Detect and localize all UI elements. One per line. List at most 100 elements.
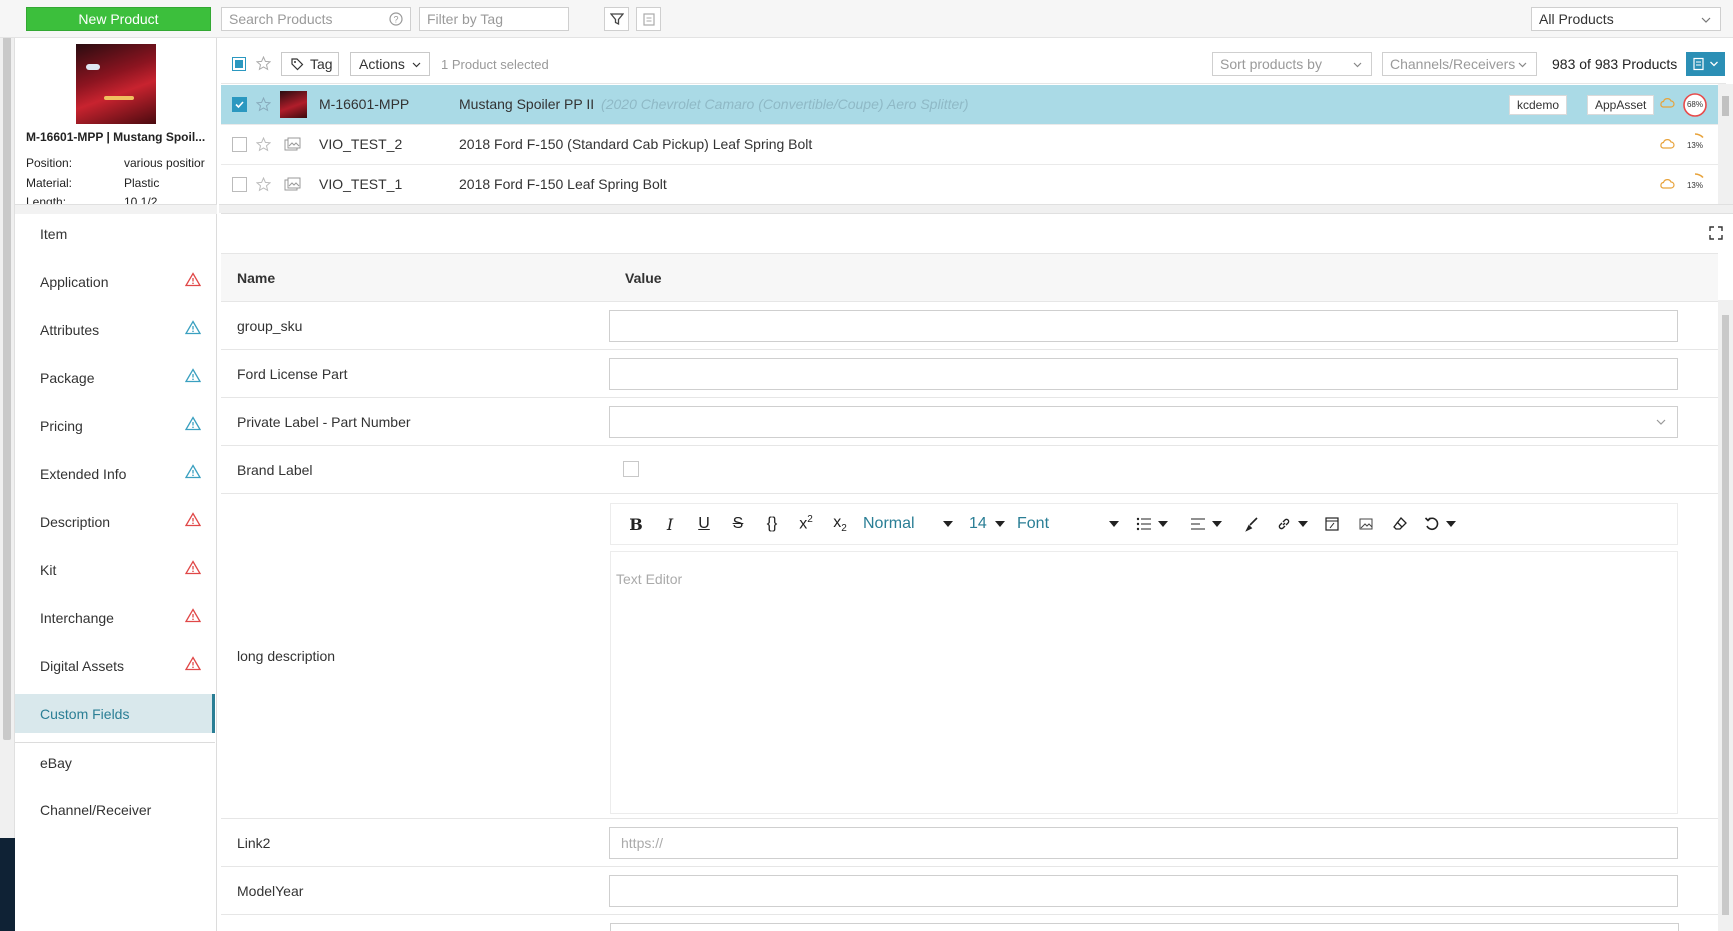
font-size-select[interactable]: 14 (963, 509, 1011, 539)
search-products-input[interactable]: Search Products ? (221, 7, 411, 31)
row-checkbox[interactable] (232, 97, 247, 112)
star-icon[interactable] (256, 56, 271, 71)
tag-chip[interactable]: kcdemo (1509, 95, 1568, 115)
column-header-value: Value (625, 270, 662, 286)
row-name: 2018 Ford F-150 (Standard Cab Pickup) Le… (459, 136, 813, 152)
italic-button[interactable]: I (653, 509, 687, 539)
font-size-value: 14 (969, 515, 987, 532)
nav-item-attributes[interactable]: Attributes (15, 306, 215, 353)
detail-scrollbar[interactable] (1718, 300, 1733, 931)
cloud-icon[interactable] (1659, 138, 1675, 150)
star-icon[interactable] (256, 137, 271, 152)
next-field-input[interactable] (610, 923, 1679, 931)
row-checkbox[interactable] (232, 177, 247, 192)
clear-format-button[interactable] (1383, 509, 1417, 539)
split-divider[interactable] (219, 204, 1733, 213)
chevron-down-icon (1655, 416, 1667, 428)
row-subtitle: (2020 Chevrolet Camaro (Convertible/Coup… (601, 96, 969, 112)
brand-label-checkbox[interactable] (623, 461, 639, 477)
help-icon[interactable]: ? (389, 12, 403, 26)
nav-item-interchange[interactable]: Interchange (15, 594, 215, 641)
nav-label: Item (40, 225, 68, 242)
nav-item-digital-assets[interactable]: Digital Assets (15, 642, 215, 689)
image-button[interactable] (1349, 509, 1383, 539)
color-button[interactable] (1235, 509, 1269, 539)
caret-down-icon (1446, 521, 1456, 527)
nav-item-pricing[interactable]: Pricing (15, 402, 215, 449)
nav-item-ebay[interactable]: eBay (15, 739, 215, 786)
row-checkbox[interactable] (232, 137, 247, 152)
table-row[interactable]: VIO_TEST_1 2018 Ford F-150 Leaf Spring B… (221, 165, 1718, 205)
align-left-icon (1190, 517, 1206, 531)
undo-button[interactable] (1417, 509, 1463, 539)
nav-item-channel-receiver[interactable]: Channel/Receiver (15, 786, 215, 833)
font-family-select[interactable]: Font (1011, 509, 1129, 539)
svg-text:?: ? (393, 15, 398, 25)
channels-receivers-select[interactable]: Channels/Receivers (1382, 52, 1537, 76)
field-row-ford-license-part: Ford License Part (221, 350, 1721, 398)
group-sku-input[interactable] (609, 310, 1678, 342)
product-thumbnail[interactable] (76, 44, 156, 124)
nav-item-kit[interactable]: Kit (15, 546, 215, 593)
tag-button[interactable]: Tag (281, 52, 339, 76)
nav-item-item[interactable]: Item (15, 210, 215, 257)
tag-chip[interactable]: AppAsset (1587, 95, 1655, 115)
actions-dropdown[interactable]: Actions (350, 52, 430, 76)
saved-filter-button[interactable] (636, 7, 661, 31)
star-icon[interactable] (256, 177, 271, 192)
cloud-icon[interactable] (1659, 97, 1675, 109)
warning-icon (185, 272, 201, 287)
nav-label: Attributes (40, 321, 100, 338)
table-row[interactable]: VIO_TEST_2 2018 Ford F-150 (Standard Cab… (221, 125, 1718, 165)
list-scrollbar-thumb[interactable] (1722, 96, 1729, 116)
nav-item-package[interactable]: Package (15, 354, 215, 401)
subscript-button[interactable]: x2 (823, 509, 857, 539)
caret-down-icon (943, 521, 953, 527)
filter-button[interactable] (604, 7, 629, 31)
modelyear-input[interactable] (609, 875, 1678, 907)
cloud-icon[interactable] (1659, 178, 1675, 190)
align-button[interactable] (1183, 509, 1229, 539)
underline-button[interactable]: U (687, 509, 721, 539)
paragraph-style-select[interactable]: Normal (857, 509, 963, 539)
filter-by-tag-input[interactable]: Filter by Tag (419, 7, 569, 31)
products-scope-select[interactable]: All Products (1531, 7, 1721, 31)
field-row-link2: Link2 https:// (221, 819, 1721, 867)
select-all-checkbox[interactable] (232, 57, 246, 71)
detail-scrollbar-thumb[interactable] (1722, 315, 1729, 915)
sort-products-select[interactable]: Sort products by (1212, 52, 1372, 76)
field-label: group_sku (237, 317, 303, 334)
nav-item-extended-info[interactable]: Extended Info (15, 450, 215, 497)
private-label-select[interactable] (609, 406, 1678, 438)
bold-button[interactable]: B (619, 509, 653, 539)
caret-down-icon (1212, 521, 1222, 527)
strikethrough-button[interactable]: S (721, 509, 755, 539)
list-scrollbar[interactable] (1718, 84, 1733, 204)
table-button[interactable] (1315, 509, 1349, 539)
link-button[interactable] (1269, 509, 1315, 539)
link2-input[interactable]: https:// (609, 827, 1678, 859)
chevron-down-icon (411, 59, 422, 70)
code-block-button[interactable]: {} (755, 509, 789, 539)
funnel-icon (609, 12, 624, 26)
spec-label: Length: (26, 195, 67, 204)
nav-item-description[interactable]: Description (15, 498, 215, 545)
star-icon[interactable] (256, 97, 271, 112)
thumbnail-headlight (86, 64, 100, 70)
ford-license-part-input[interactable] (609, 358, 1678, 390)
nav-item-custom-fields[interactable]: Custom Fields (15, 694, 215, 733)
field-row-modelyear: ModelYear (221, 867, 1721, 915)
row-name: Mustang Spoiler PP II (459, 96, 595, 112)
list-button[interactable] (1129, 509, 1175, 539)
field-row-group-sku: group_sku (221, 302, 1721, 350)
chevron-down-icon (1700, 14, 1712, 26)
expand-icon[interactable] (1709, 226, 1723, 240)
left-scrollbar[interactable] (0, 0, 15, 931)
left-scrollbar-thumb[interactable] (3, 10, 11, 740)
editor-content-area[interactable]: Text Editor (610, 551, 1678, 814)
table-row[interactable]: M-16601-MPP Mustang Spoiler PP II (2020 … (221, 85, 1718, 125)
nav-item-application[interactable]: Application (15, 258, 215, 305)
superscript-button[interactable]: x2 (789, 509, 823, 539)
new-product-button[interactable]: New Product (26, 7, 211, 31)
view-toggle-button[interactable] (1686, 52, 1725, 76)
